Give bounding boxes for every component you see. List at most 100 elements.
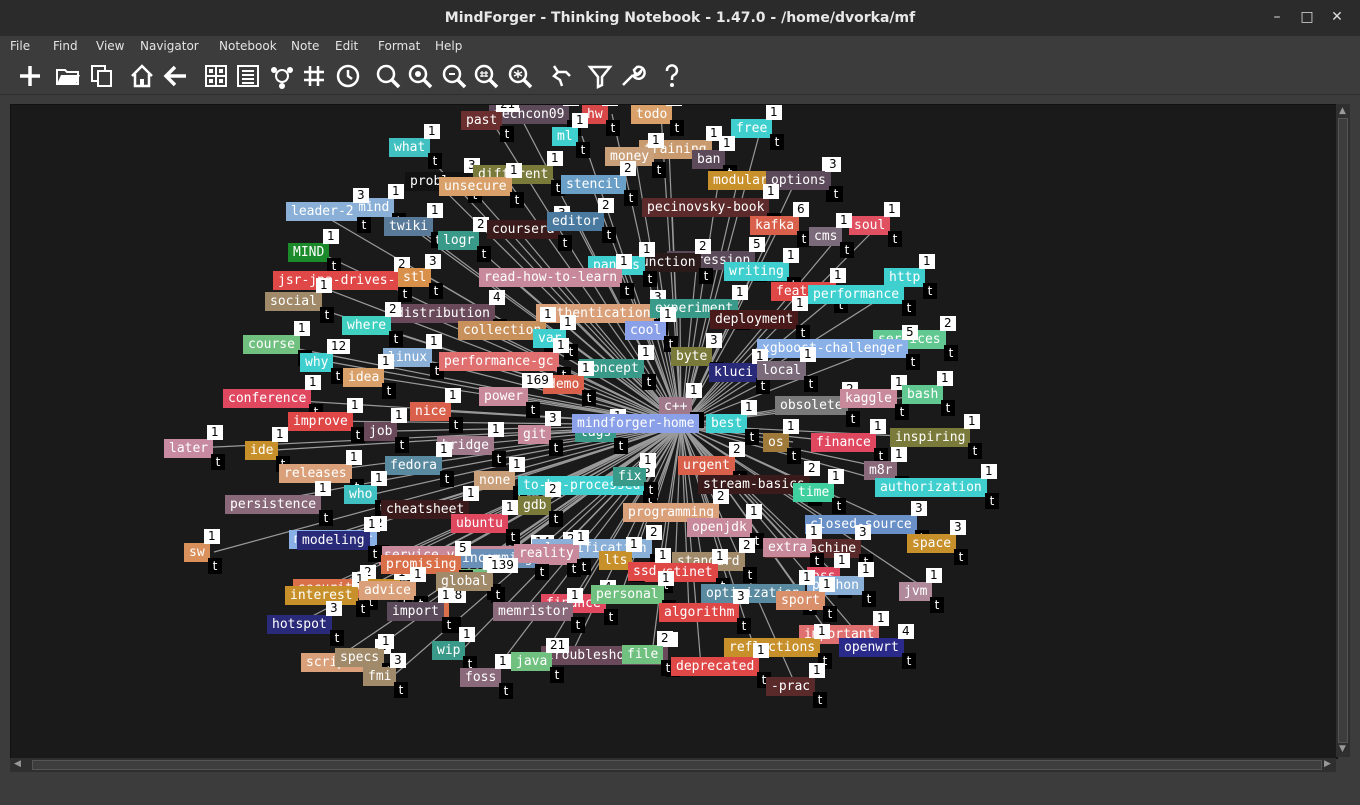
open-icon[interactable] xyxy=(54,62,82,90)
tag-node[interactable]: logr xyxy=(438,231,480,250)
tag-node[interactable]: improve xyxy=(288,412,353,431)
tag-node[interactable]: java xyxy=(511,652,553,671)
tag-node[interactable]: modeling xyxy=(297,531,370,550)
tag-node[interactable]: openjdk xyxy=(687,518,752,537)
tag-node[interactable]: fmi xyxy=(363,667,397,686)
tag-node[interactable]: pecinovsky-book xyxy=(642,198,770,217)
tag-node[interactable]: jvm xyxy=(899,582,933,601)
tag-node[interactable]: why xyxy=(300,353,334,372)
tag-node[interactable]: file xyxy=(622,645,664,664)
tag-node[interactable]: power xyxy=(479,387,529,406)
tag-node[interactable]: deployment xyxy=(710,310,799,329)
tag-node[interactable]: nice xyxy=(410,402,452,421)
tag-node[interactable]: read-how-to-learn xyxy=(479,268,623,287)
menu-find[interactable]: Find xyxy=(53,39,78,53)
tag-node[interactable]: fedora xyxy=(385,456,442,475)
tag-node[interactable]: memristor xyxy=(493,602,574,621)
menu-navigator[interactable]: Navigator xyxy=(140,39,199,53)
tag-node[interactable]: soul xyxy=(849,216,891,235)
tag-node[interactable]: fix xyxy=(613,467,647,486)
tag-node[interactable]: advice xyxy=(359,581,416,600)
new-icon[interactable] xyxy=(16,62,44,90)
tag-node[interactable]: job xyxy=(364,422,398,441)
tag-node[interactable]: reflections xyxy=(724,638,821,657)
tag-node[interactable]: local xyxy=(757,361,807,380)
tag-node[interactable]: persistence xyxy=(225,495,322,514)
tag-node[interactable]: foss xyxy=(460,668,502,687)
tag-node[interactable]: unsecure xyxy=(439,177,512,196)
find-fts-icon[interactable] xyxy=(472,62,500,90)
tag-node[interactable]: ml xyxy=(552,127,578,146)
tag-node[interactable]: interest xyxy=(285,586,358,605)
settings-icon[interactable] xyxy=(618,62,646,90)
tag-node[interactable]: byte xyxy=(671,347,713,366)
horizontal-scrollbar[interactable]: ◀ ▶ xyxy=(10,758,1336,772)
maximize-icon[interactable]: □ xyxy=(1298,8,1316,26)
center-tag-node[interactable]: mindforger-home xyxy=(572,414,700,433)
tag-node[interactable]: where xyxy=(342,316,392,335)
tag-cloud-navigator[interactable]: techcon091thw3ttodo1tpast21tml1tfree1ttr… xyxy=(10,104,1338,759)
tag-node[interactable]: bash xyxy=(902,385,944,404)
notebooks-icon[interactable] xyxy=(202,62,230,90)
menu-file[interactable]: File xyxy=(10,39,30,53)
tag-node[interactable]: kafka xyxy=(750,216,800,235)
tag-node[interactable]: sw xyxy=(184,543,210,562)
tag-node[interactable]: time xyxy=(793,483,835,502)
think-icon[interactable] xyxy=(546,62,574,90)
tag-node[interactable]: -prac xyxy=(766,677,816,696)
tag-node[interactable]: best xyxy=(706,414,748,433)
tag-node[interactable]: inspiring xyxy=(890,428,971,447)
tag-node[interactable]: http xyxy=(884,268,926,287)
find-tag-icon[interactable] xyxy=(440,62,468,90)
close-icon[interactable]: ✕ xyxy=(1328,8,1346,26)
tag-node[interactable]: twiki xyxy=(384,217,434,236)
tag-node[interactable]: todo xyxy=(631,105,673,124)
vertical-scrollbar[interactable]: ▲ ▼ xyxy=(1336,104,1350,757)
tag-node[interactable]: cms xyxy=(809,227,843,246)
menu-help[interactable]: Help xyxy=(435,39,462,53)
tag-node[interactable]: hotspot xyxy=(267,615,332,634)
tag-node[interactable]: algorithm xyxy=(659,603,740,622)
tags-icon[interactable] xyxy=(300,62,328,90)
tag-node[interactable]: space xyxy=(907,534,957,553)
tag-node[interactable]: performance-gc xyxy=(439,352,559,371)
tag-node[interactable]: ssd xyxy=(628,562,662,581)
tag-node[interactable]: urgent xyxy=(678,456,735,475)
tag-node[interactable]: none xyxy=(474,471,516,490)
tag-node[interactable]: past xyxy=(461,111,503,130)
tag-node[interactable]: leader-2 xyxy=(286,202,359,221)
tag-node[interactable]: cool xyxy=(625,321,667,340)
find-icon[interactable] xyxy=(374,62,402,90)
tag-node[interactable]: extra xyxy=(763,538,813,557)
menu-note[interactable]: Note xyxy=(291,39,319,53)
tag-node[interactable]: later xyxy=(164,439,214,458)
tag-node[interactable]: deprecated xyxy=(671,657,760,676)
tag-node[interactable]: import xyxy=(387,602,444,621)
tag-node[interactable]: specs xyxy=(335,648,385,667)
recent-icon[interactable] xyxy=(88,62,116,90)
minimize-icon[interactable]: – xyxy=(1268,8,1286,26)
tag-node[interactable]: performance xyxy=(808,285,905,304)
tag-node[interactable]: editor xyxy=(547,212,604,231)
tag-node[interactable]: kluci xyxy=(709,363,759,382)
tag-node[interactable]: authorization xyxy=(875,478,987,497)
menu-format[interactable]: Format xyxy=(378,39,420,53)
tag-node[interactable]: finance xyxy=(811,433,876,452)
menu-notebook[interactable]: Notebook xyxy=(219,39,277,53)
navigator-icon[interactable] xyxy=(268,62,296,90)
find-name-icon[interactable] xyxy=(406,62,434,90)
tag-node[interactable]: stencil xyxy=(561,175,626,194)
tag-node[interactable]: os xyxy=(763,433,789,452)
filter-icon[interactable] xyxy=(586,62,614,90)
outline-icon[interactable] xyxy=(234,62,262,90)
tag-node[interactable]: course xyxy=(243,335,300,354)
tag-node[interactable]: ubuntu xyxy=(451,514,508,533)
tag-node[interactable]: what xyxy=(389,138,431,157)
tag-node[interactable]: conference xyxy=(223,389,312,408)
tag-node[interactable]: xgboost-challenger xyxy=(757,339,908,358)
tag-node[interactable]: stl xyxy=(398,268,432,287)
tag-node[interactable]: free xyxy=(731,119,773,138)
tag-node[interactable]: openwrt xyxy=(839,638,904,657)
tag-node[interactable]: sport xyxy=(776,591,826,610)
tag-node[interactable]: gdb xyxy=(518,496,552,515)
